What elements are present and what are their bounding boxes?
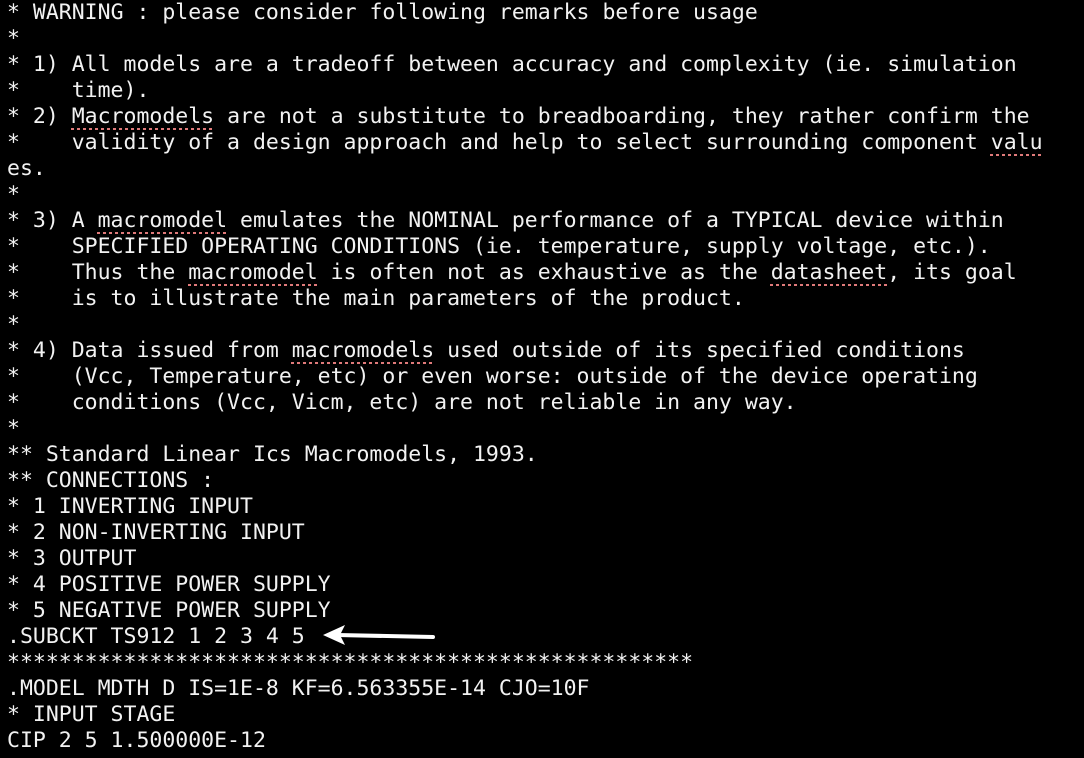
text-line: * validity of a design approach and help… bbox=[7, 130, 1043, 155]
misspelled-word[interactable]: Macromodels bbox=[72, 104, 214, 129]
misspelled-word[interactable]: datasheet bbox=[771, 260, 888, 285]
text-line: * bbox=[7, 312, 20, 337]
misspelled-word[interactable]: macromodels bbox=[292, 338, 434, 363]
text-line: * 4) Data issued from macromodels used o… bbox=[7, 338, 965, 363]
text-line: * 1 INVERTING INPUT bbox=[7, 494, 253, 519]
text-line: * time). bbox=[7, 78, 150, 103]
text-line: * SPECIFIED OPERATING CONDITIONS (ie. te… bbox=[7, 234, 991, 259]
text-line: * bbox=[7, 416, 20, 441]
text-line: * 3) A macromodel emulates the NOMINAL p… bbox=[7, 208, 1004, 233]
left-arrow-icon bbox=[322, 624, 435, 648]
text-line: es. bbox=[7, 156, 46, 181]
text-editor[interactable]: * WARNING : please consider following re… bbox=[7, 0, 1084, 758]
text-line: * 1) All models are a tradeoff between a… bbox=[7, 52, 1017, 77]
text-line: * WARNING : please consider following re… bbox=[7, 0, 1084, 26]
text-line: CIP 2 5 1.500000E-12 bbox=[7, 728, 266, 753]
misspelled-word[interactable]: valu bbox=[991, 130, 1043, 155]
text-line: * 2 NON-INVERTING INPUT bbox=[7, 520, 305, 545]
misspelled-word[interactable]: macromodel bbox=[98, 208, 227, 233]
text-line: ** CONNECTIONS : bbox=[7, 468, 215, 493]
text-line: * (Vcc, Temperature, etc) or even worse:… bbox=[7, 364, 978, 389]
text-line: * is to illustrate the main parameters o… bbox=[7, 286, 745, 311]
text-line: ** Standard Linear Ics Macromodels, 1993… bbox=[7, 442, 538, 467]
text-line: * 5 NEGATIVE POWER SUPPLY bbox=[7, 598, 331, 623]
text-line: .MODEL MDTH D IS=1E-8 KF=6.563355E-14 CJ… bbox=[7, 676, 590, 701]
misspelled-word[interactable]: macromodel bbox=[188, 260, 317, 285]
text-line: * Thus the macromodel is often not as ex… bbox=[7, 260, 1017, 285]
text-line: * INPUT STAGE bbox=[7, 702, 176, 727]
subckt-line: .SUBCKT TS912 1 2 3 4 5 bbox=[7, 624, 1084, 650]
text-line: * 3 OUTPUT bbox=[7, 546, 137, 571]
text-line: * conditions (Vcc, Vicm, etc) are not re… bbox=[7, 390, 797, 415]
text-line: * bbox=[7, 182, 20, 207]
text-line: ****************************************… bbox=[7, 650, 694, 675]
text-line: * 2) Macromodels are not a substitute to… bbox=[7, 104, 1030, 129]
text-line: * bbox=[7, 26, 20, 51]
text-line: * 4 POSITIVE POWER SUPPLY bbox=[7, 572, 331, 597]
